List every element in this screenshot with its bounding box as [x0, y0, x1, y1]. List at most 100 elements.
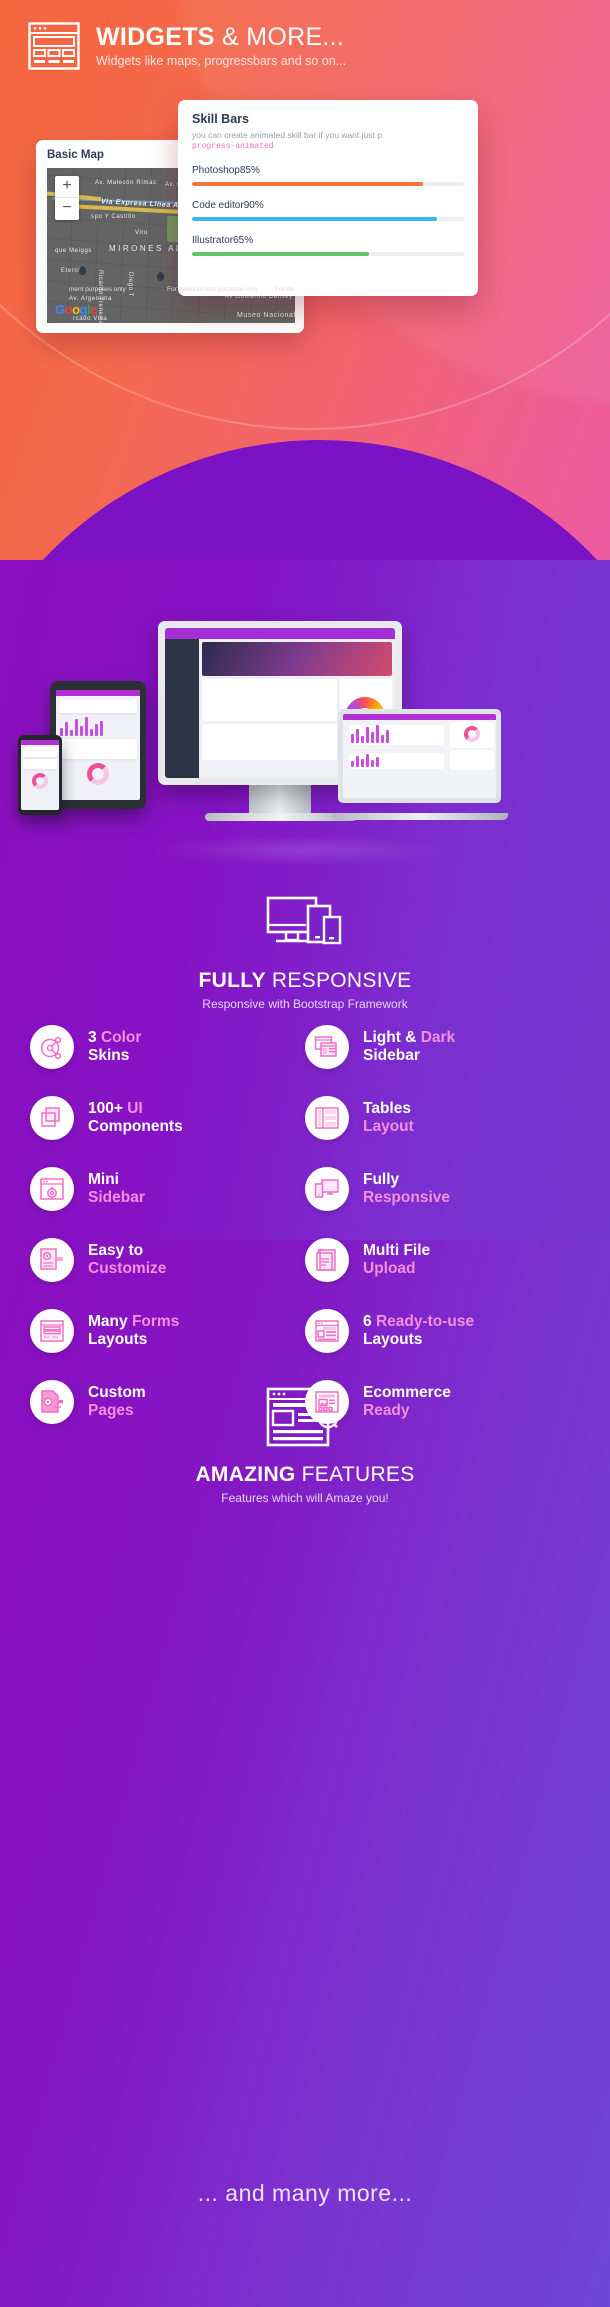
feature-label-line1: Light & Dark — [363, 1028, 456, 1046]
feature-row: Many Forms Layouts 6 Ready-to-use Layouts — [30, 1309, 580, 1353]
feature-item[interactable]: 3 Color Skins — [30, 1025, 305, 1069]
feature-item[interactable]: 100+ UI Components — [30, 1096, 305, 1140]
feature-row: Custom Pages Ecommerce Ready — [30, 1380, 580, 1424]
map-dev-note: ment purposes only — [69, 286, 126, 293]
feature-icon-badge — [305, 1380, 349, 1424]
responsive-title-thin: RESPONSIVE — [265, 969, 412, 992]
tablet-card — [59, 739, 137, 759]
ui-components-icon — [41, 1107, 60, 1127]
feature-icon-badge — [305, 1096, 349, 1140]
map-pin[interactable] — [79, 266, 86, 275]
feature-icon-badge — [30, 1380, 74, 1424]
mini-sidebar-icon — [40, 1178, 64, 1200]
skill-fill — [192, 217, 437, 222]
map-label: Museo Nacional d — [237, 312, 295, 319]
skill-track — [192, 182, 464, 187]
responsive-title: FULLY RESPONSIVE — [0, 969, 610, 993]
map-zoom-controls[interactable]: + − — [55, 176, 79, 220]
feature-item[interactable]: Fully Responsive — [305, 1167, 580, 1211]
tablet-screen — [56, 690, 140, 800]
skill-bars-card: Skill Bars you can create animated skill… — [178, 100, 478, 296]
map-label: Diego T — [127, 272, 133, 298]
forms-layouts-icon — [40, 1320, 64, 1342]
feature-item[interactable]: Mini Sidebar — [30, 1167, 305, 1211]
feature-item[interactable]: Many Forms Layouts — [30, 1309, 305, 1353]
feature-label-line2: Upload — [363, 1260, 416, 1277]
feature-label-line1: 100+ UI — [88, 1099, 143, 1117]
feature-label-line1: 3 Color — [88, 1028, 142, 1046]
map-pin[interactable] — [157, 272, 164, 281]
feature-item[interactable]: Easy to Customize — [30, 1238, 305, 1282]
feature-label-line1: Easy to — [88, 1241, 144, 1259]
feature-item[interactable]: Light & Dark Sidebar — [305, 1025, 580, 1069]
promo-page: WIDGETS & MORE... Widgets like maps, pro… — [0, 0, 610, 2307]
feature-label-line1: Multi File — [363, 1241, 431, 1259]
widgets-title: WIDGETS & MORE... — [96, 24, 346, 50]
skill-name: Code editor — [192, 200, 244, 212]
laptop-topbar — [343, 714, 496, 720]
ecommerce-ready-icon — [315, 1391, 339, 1413]
laptop — [332, 709, 508, 820]
feature-item[interactable]: 6 Ready-to-use Layouts — [305, 1309, 580, 1353]
feature-item[interactable]: Multi File Upload — [305, 1238, 580, 1282]
skill-bars-title: Skill Bars — [192, 112, 249, 126]
feature-label: Many Forms Layouts — [88, 1313, 179, 1350]
skill-row: Photoshop85% — [192, 165, 464, 187]
map-zoom-out-button[interactable]: − — [55, 198, 79, 220]
feature-icon-badge — [30, 1167, 74, 1211]
feature-item[interactable]: Tables Layout — [305, 1096, 580, 1140]
widgets-section: WIDGETS & MORE... Widgets like maps, pro… — [0, 0, 610, 620]
phone-card — [23, 747, 57, 757]
responsive-subtitle: Responsive with Bootstrap Framework — [202, 997, 408, 1011]
tables-layout-icon — [315, 1107, 339, 1129]
tablet — [50, 681, 146, 809]
feature-label-line1: Tables — [363, 1099, 411, 1117]
more-footer-text: ... and many more... — [197, 2180, 413, 2206]
feature-label-line2: Ready — [363, 1402, 410, 1419]
feature-icon-badge — [30, 1025, 74, 1069]
feature-icon-badge — [30, 1309, 74, 1353]
feature-item[interactable]: Custom Pages — [30, 1380, 305, 1424]
map-label: spo Y Castillo — [91, 214, 136, 220]
dashboard-sidebar — [165, 639, 199, 778]
feature-label-line1: Many Forms — [88, 1312, 180, 1330]
features-grid: 3 Color Skins Light & Dark Sidebar 100+ UI Co… — [30, 1025, 580, 1451]
hero-tile — [202, 642, 392, 676]
tablet-donut-chart — [87, 763, 109, 785]
widgets-title-thin: & MORE... — [214, 23, 345, 52]
skill-fill — [192, 252, 369, 257]
skill-value: 85% — [239, 165, 260, 177]
responsive-header: FULLY RESPONSIVE Responsive with Bootstr… — [0, 895, 610, 1011]
device-mockups — [0, 585, 610, 865]
phone-topbar — [21, 740, 59, 745]
feature-label-line1: 6 Ready-to-use — [363, 1312, 475, 1330]
laptop-base — [332, 813, 508, 820]
custom-pages-icon — [41, 1390, 63, 1413]
light-dark-sidebar-icon — [314, 1036, 337, 1057]
map-zoom-in-button[interactable]: + — [55, 176, 79, 198]
skill-track — [192, 217, 464, 222]
floor-reflection — [150, 835, 450, 865]
feature-label: 100+ UI Components — [88, 1100, 183, 1137]
map-label: que Meiggs — [55, 248, 93, 254]
skill-value: 65% — [233, 235, 254, 247]
feature-label: 6 Ready-to-use Layouts — [363, 1313, 474, 1350]
feature-label-line1: Mini — [88, 1170, 119, 1188]
feature-row: 100+ UI Components Tables Layout — [30, 1096, 580, 1140]
feature-row: Easy to Customize Multi File Upload — [30, 1238, 580, 1282]
feature-label-line2: Layout — [363, 1118, 414, 1135]
feature-label-line2: Pages — [88, 1402, 134, 1419]
tablet-chart — [60, 716, 136, 736]
map-dev-note: For development purposes only — [167, 286, 259, 293]
easy-customize-icon — [40, 1248, 63, 1270]
phone-donut-chart — [32, 773, 48, 789]
feature-label-line2: Components — [88, 1118, 183, 1135]
skill-bars-description: you can create animated skill bar if you… — [192, 130, 382, 140]
feature-label-line2: Sidebar — [88, 1189, 145, 1206]
feature-icon-badge — [305, 1167, 349, 1211]
skill-label: Illustrator65% — [192, 235, 464, 246]
feature-icon-badge — [305, 1238, 349, 1282]
google-logo: Google — [55, 302, 97, 317]
browser-window-icon — [28, 22, 80, 70]
feature-item[interactable]: Ecommerce Ready — [305, 1380, 580, 1424]
